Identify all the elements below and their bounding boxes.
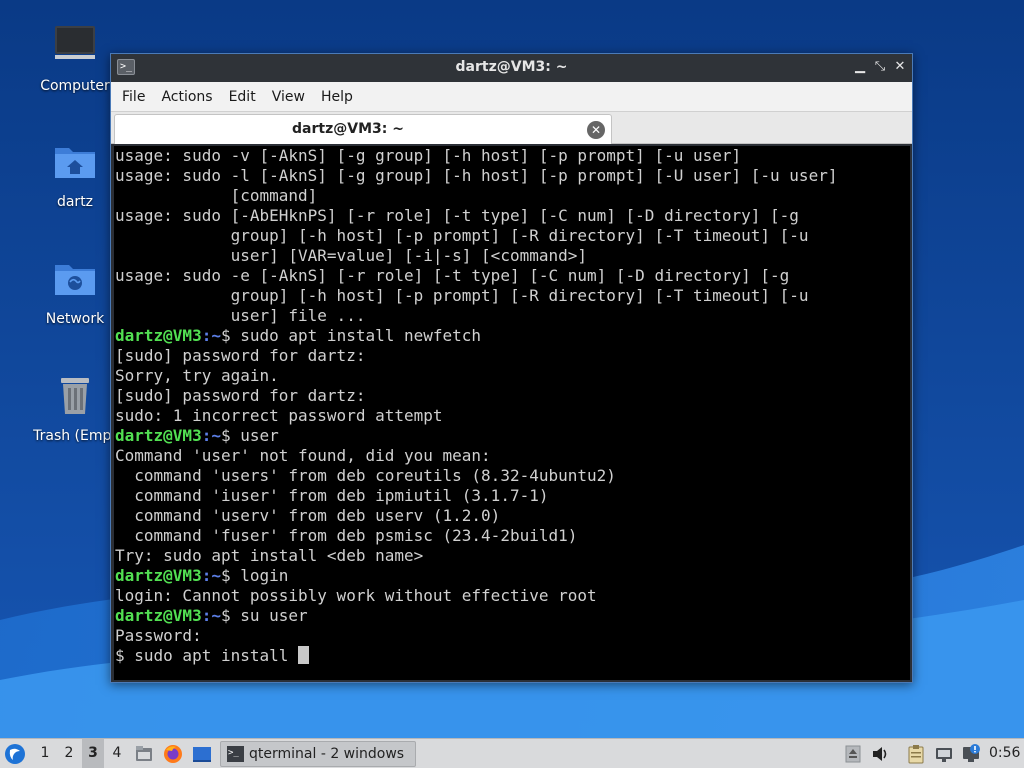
terminal-output-line: Password: — [115, 626, 202, 645]
terminal-output-line: user] [VAR=value] [-i|-s] [<command>] — [115, 246, 588, 265]
terminal-window[interactable]: >_ dartz@VM3: ~ ▁ ⤡ ✕ File Actions Edit Vie… — [110, 53, 913, 683]
terminal-command-line: dartz@VM3:~$ login — [115, 566, 910, 586]
taskbar-task-qterminal[interactable]: >_ qterminal - 2 windows — [220, 741, 416, 767]
clipboard-icon — [908, 745, 924, 764]
quicklaunch-firefox[interactable] — [163, 739, 185, 768]
tray-volume[interactable] — [871, 739, 891, 768]
terminal-output-line: usage: sudo [-AbEHknPS] [-r role] [-t ty… — [115, 206, 799, 225]
terminal-output-line: usage: sudo -l [-AknS] [-g group] [-h ho… — [115, 166, 838, 185]
tray-network[interactable] — [934, 739, 956, 768]
maximize-button[interactable]: ⤡ — [871, 58, 889, 76]
prompt-user: dartz@VM3 — [115, 566, 202, 585]
tab-label: dartz@VM3: ~ — [292, 121, 404, 137]
workspace-4[interactable]: 4 — [106, 739, 128, 768]
tray-eject[interactable] — [845, 739, 865, 768]
terminal-output[interactable]: usage: sudo -v [-AknS] [-g group] [-h ho… — [114, 146, 910, 680]
prompt-path: :~ — [201, 326, 221, 345]
volume-icon — [873, 747, 887, 761]
terminal-task-icon: >_ — [227, 746, 244, 762]
terminal-output-line: command 'userv' from deb userv (1.2.0) — [115, 506, 501, 525]
terminal-command-line: dartz@VM3:~$ user — [115, 426, 910, 446]
terminal-output-line: group] [-h host] [-p prompt] [-R directo… — [115, 286, 809, 305]
terminal-current-input: $ sudo apt install — [115, 646, 299, 665]
terminal-output-line: sudo: 1 incorrect password attempt — [115, 406, 443, 425]
prompt-user: dartz@VM3 — [115, 606, 202, 625]
tab-bar: dartz@VM3: ~ ✕ — [111, 112, 912, 144]
firefox-icon — [164, 745, 182, 763]
terminal-output-line: Command 'user' not found, did you mean: — [115, 446, 491, 465]
terminal-output-line: command 'users' from deb coreutils (8.32… — [115, 466, 616, 485]
trash-icon — [61, 378, 89, 414]
terminal-output-line: Try: sudo apt install <deb name> — [115, 546, 424, 565]
show-desktop-icon — [193, 747, 211, 762]
workspace-1[interactable]: 1 — [34, 739, 56, 768]
quicklaunch-show-desktop[interactable] — [192, 739, 214, 768]
tray-clipboard[interactable] — [906, 739, 928, 768]
terminal-output-line: user] file ... — [115, 306, 366, 325]
terminal-output-line: login: Cannot possibly work without effe… — [115, 586, 597, 605]
clock[interactable]: 0:56 — [989, 739, 1023, 768]
minimize-button[interactable]: ▁ — [851, 58, 869, 76]
menu-view[interactable]: View — [264, 82, 313, 112]
command-text: $ login — [220, 566, 289, 585]
terminal-output-line: usage: sudo -v [-AknS] [-g group] [-h ho… — [115, 146, 742, 165]
eject-icon — [845, 745, 861, 763]
start-menu-button[interactable] — [4, 739, 28, 768]
menu-file[interactable]: File — [114, 82, 153, 112]
terminal-command-line: dartz@VM3:~$ sudo apt install newfetch — [115, 326, 910, 346]
terminal-output-line: command 'iuser' from deb ipmiutil (3.1.7… — [115, 486, 549, 505]
home-folder-icon — [55, 148, 95, 178]
terminal-input-line: $ sudo apt install — [115, 646, 910, 666]
network-icon — [936, 748, 952, 762]
terminal-command-line: dartz@VM3:~$ su user — [115, 606, 910, 626]
menu-bar: File Actions Edit View Help — [111, 82, 912, 112]
taskbar: 1 2 3 4 >_ qterminal - 2 windows 0:56 — [0, 738, 1024, 768]
terminal-output-line: command 'fuser' from deb psmisc (23.4-2b… — [115, 526, 578, 545]
prompt-path: :~ — [201, 426, 221, 445]
workspace-3[interactable]: 3 — [82, 739, 104, 768]
prompt-path: :~ — [201, 606, 221, 625]
terminal-tab[interactable]: dartz@VM3: ~ ✕ — [114, 114, 612, 144]
terminal-output-line: usage: sudo -e [-AknS] [-r role] [-t typ… — [115, 266, 790, 285]
lxqt-start-icon — [5, 744, 25, 764]
command-text: $ sudo apt install newfetch — [220, 326, 482, 345]
window-titlebar[interactable]: >_ dartz@VM3: ~ ▁ ⤡ ✕ — [111, 54, 912, 82]
close-button[interactable]: ✕ — [891, 58, 909, 76]
file-manager-icon — [136, 746, 152, 761]
tab-close-icon[interactable]: ✕ — [587, 121, 605, 139]
window-title: dartz@VM3: ~ — [455, 59, 568, 75]
command-text: $ su user — [220, 606, 308, 625]
menu-actions[interactable]: Actions — [153, 82, 220, 112]
computer-icon — [55, 26, 95, 59]
terminal-output-line: [sudo] password for dartz: — [115, 386, 366, 405]
terminal-output-line: [sudo] password for dartz: — [115, 346, 366, 365]
task-label: qterminal - 2 windows — [249, 746, 405, 762]
quicklaunch-file-manager[interactable] — [134, 739, 156, 768]
prompt-path: :~ — [201, 566, 221, 585]
menu-edit[interactable]: Edit — [221, 82, 264, 112]
menu-help[interactable]: Help — [313, 82, 361, 112]
prompt-user: dartz@VM3 — [115, 426, 202, 445]
tray-update-notifier[interactable] — [961, 739, 983, 768]
update-notifier-icon — [963, 744, 980, 762]
command-text: $ user — [220, 426, 279, 445]
text-cursor — [298, 646, 310, 664]
terminal-output-line: Sorry, try again. — [115, 366, 279, 385]
prompt-user: dartz@VM3 — [115, 326, 202, 345]
terminal-output-line: group] [-h host] [-p prompt] [-R directo… — [115, 226, 809, 245]
network-folder-icon — [55, 265, 95, 295]
workspace-2[interactable]: 2 — [58, 739, 80, 768]
terminal-output-line: [command] — [115, 186, 318, 205]
